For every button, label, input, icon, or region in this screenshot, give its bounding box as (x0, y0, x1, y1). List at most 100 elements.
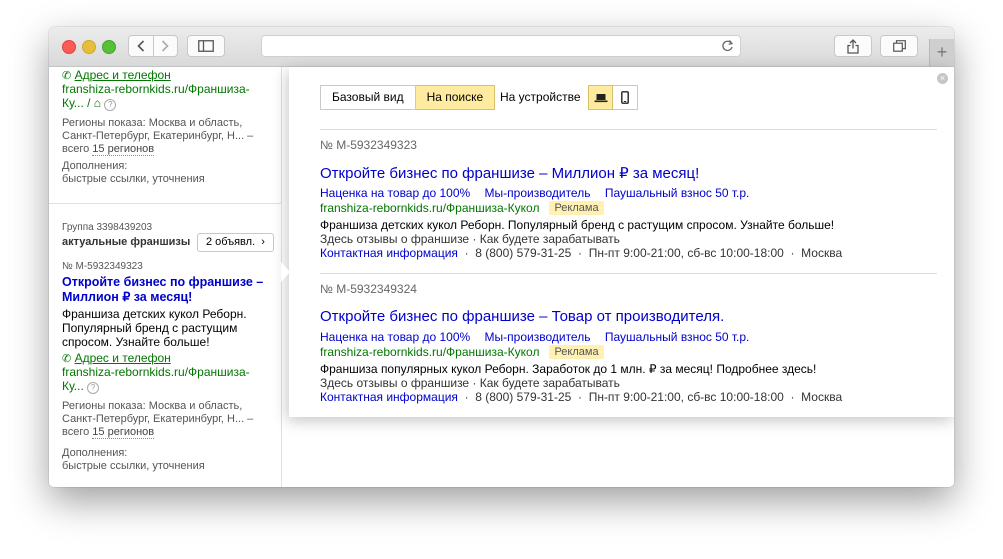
contact-info-link[interactable]: Контактная информация (320, 246, 458, 260)
regions-value-line2: Санкт-Петербург, Екатеринбург, Н... – (62, 130, 254, 142)
close-window-button[interactable] (62, 40, 76, 54)
ad-url[interactable]: franshiza-rebornkids.ru/Франшиза-Кукол (320, 201, 539, 215)
sidebar-icon (198, 40, 214, 52)
display-url-line2: Ку... / ⌂ ? (62, 96, 117, 111)
ad-city: Москва (801, 246, 843, 260)
back-button[interactable] (129, 36, 154, 56)
address-bar[interactable] (261, 35, 741, 57)
extras-label: Дополнения: (62, 447, 128, 459)
sitelink[interactable]: Мы-производитель (485, 186, 591, 200)
title-bar: + (49, 27, 954, 67)
regions-row: Регионы показа: Москва и область, (62, 117, 242, 130)
regions-value: Москва и область, (148, 400, 243, 412)
regions-total-row: всего 15 регионов (62, 426, 155, 439)
help-icon[interactable]: ? (87, 382, 100, 394)
display-url-tail: Ку... (62, 379, 84, 393)
ad-phone: 8 (800) 579-31-25 (475, 246, 572, 260)
separator: · (787, 246, 798, 260)
ad-contact-row: Контактная информация · 8 (800) 579-31-2… (320, 246, 842, 260)
regions-total-prefix: всего (62, 426, 90, 438)
ad-hours: Пн-пт 9:00-21:00, сб-вс 10:00-18:00 (588, 246, 784, 260)
ad-city: Москва (801, 390, 843, 404)
phone-icon: ✆ (62, 353, 72, 365)
regions-label: Регионы показа: (62, 117, 146, 129)
ad-description: Франшиза детских кукол Реборн. (62, 307, 247, 321)
close-icon[interactable]: × (937, 73, 948, 84)
contact-row: ✆ Адрес и телефон (62, 68, 171, 83)
ads-list-column: ✆ Адрес и телефон franshiza-rebornkids.r… (49, 67, 282, 487)
ad-badge: Реклама (549, 345, 604, 359)
ads-count-button[interactable]: 2 объявл. › (197, 233, 274, 252)
regions-total-row: всего 15 регионов (62, 143, 155, 156)
sitelinks: Наценка на товар до 100% Мы-производител… (320, 186, 760, 200)
phone-icon (621, 91, 629, 104)
separator: · (574, 246, 586, 260)
minimize-window-button[interactable] (82, 40, 96, 54)
tab-search-view[interactable]: На поиске (415, 85, 496, 110)
ad-title-line2[interactable]: Миллион ₽ за месяц! (62, 290, 192, 305)
ad-url-row: franshiza-rebornkids.ru/Франшиза-Кукол Р… (320, 201, 604, 215)
sitelink[interactable]: Паушальный взнос 50 т.р. (605, 186, 750, 200)
sitelink[interactable]: Паушальный взнос 50 т.р. (605, 330, 750, 344)
contact-link[interactable]: Адрес и телефон (75, 68, 171, 82)
separator: · (461, 246, 472, 260)
sitelink[interactable]: Наценка на товар до 100% (320, 186, 470, 200)
device-mobile-button[interactable] (613, 85, 638, 110)
ad-title-link[interactable]: Откройте бизнес по франшизе – Миллион ₽ … (320, 164, 699, 182)
page-content: ✆ Адрес и телефон franshiza-rebornkids.r… (49, 67, 954, 487)
device-label: На устройстве (500, 90, 581, 104)
ad-title[interactable]: Откройте бизнес по франшизе – (62, 275, 263, 290)
ad-callouts: Здесь отзывы о франшизе · Как будете зар… (320, 376, 620, 390)
sidebar-toggle-button[interactable] (187, 35, 225, 57)
group-name[interactable]: актуальные франшизы (62, 236, 190, 249)
group-id: Группа 3398439203 (62, 222, 153, 233)
sitelink[interactable]: Мы-производитель (485, 330, 591, 344)
tabs-overview-button[interactable] (880, 35, 918, 57)
plus-icon: + (936, 42, 948, 62)
ad-badge: Реклама (549, 201, 604, 215)
display-url-line2: Ку... ? (62, 379, 100, 394)
ad-title-link[interactable]: Откройте бизнес по франшизе – Товар от п… (320, 308, 724, 325)
tab-basic-view[interactable]: Базовый вид (320, 85, 416, 110)
laptop-icon (594, 93, 607, 102)
ad-callouts: Здесь отзывы о франшизе · Как будете зар… (320, 232, 620, 246)
ad-number: № M-5932349324 (320, 282, 417, 296)
reload-icon[interactable] (721, 39, 734, 53)
ad-contact-row: Контактная информация · 8 (800) 579-31-2… (320, 390, 842, 404)
ad-preview-popup: × Базовый вид На поиске На устройстве № … (289, 67, 954, 417)
ad-description: Франшиза детских кукол Реборн. Популярны… (320, 218, 835, 232)
ad-card: ✆ Адрес и телефон franshiza-rebornkids.r… (49, 67, 282, 204)
contact-link[interactable]: Адрес и телефон (75, 351, 171, 365)
help-icon[interactable]: ? (104, 99, 117, 111)
ad-card-selected[interactable]: № M-5932349323 Откройте бизнес по франши… (49, 253, 282, 487)
ad-phone: 8 (800) 579-31-25 (475, 390, 572, 404)
ad-number: № M-5932349323 (320, 138, 417, 152)
share-button[interactable] (834, 35, 872, 57)
divider (320, 273, 937, 274)
ad-description-line3: спросом. Узнайте больше! (62, 335, 210, 349)
separator: · (787, 390, 798, 404)
zoom-window-button[interactable] (102, 40, 116, 54)
popup-pointer (281, 262, 290, 282)
contact-info-link[interactable]: Контактная информация (320, 390, 458, 404)
forward-button[interactable] (154, 36, 178, 56)
chevron-right-icon: › (258, 236, 265, 248)
device-switch (588, 85, 638, 110)
regions-count-link[interactable]: 15 регионов (92, 426, 155, 439)
display-url: franshiza-rebornkids.ru/Франшиза- (62, 365, 250, 379)
new-tab-button[interactable]: + (929, 39, 954, 66)
ad-url[interactable]: franshiza-rebornkids.ru/Франшиза-Кукол (320, 345, 539, 359)
extras-label: Дополнения: (62, 160, 128, 172)
sitelink[interactable]: Наценка на товар до 100% (320, 330, 470, 344)
regions-count-link[interactable]: 15 регионов (92, 143, 155, 156)
history-nav (128, 35, 178, 57)
view-mode-switch: Базовый вид На поиске (320, 85, 496, 110)
chevron-right-icon (162, 40, 169, 52)
extras-value: быстрые ссылки, уточнения (62, 460, 205, 472)
separator: · (574, 390, 586, 404)
ad-number: № M-5932349323 (62, 261, 143, 272)
sitelinks: Наценка на товар до 100% Мы-производител… (320, 330, 760, 344)
device-desktop-button[interactable] (588, 85, 613, 110)
ad-hours: Пн-пт 9:00-21:00, сб-вс 10:00-18:00 (588, 390, 784, 404)
browser-window: + ✆ Адрес и телефон franshiza-rebornkids… (49, 27, 954, 487)
